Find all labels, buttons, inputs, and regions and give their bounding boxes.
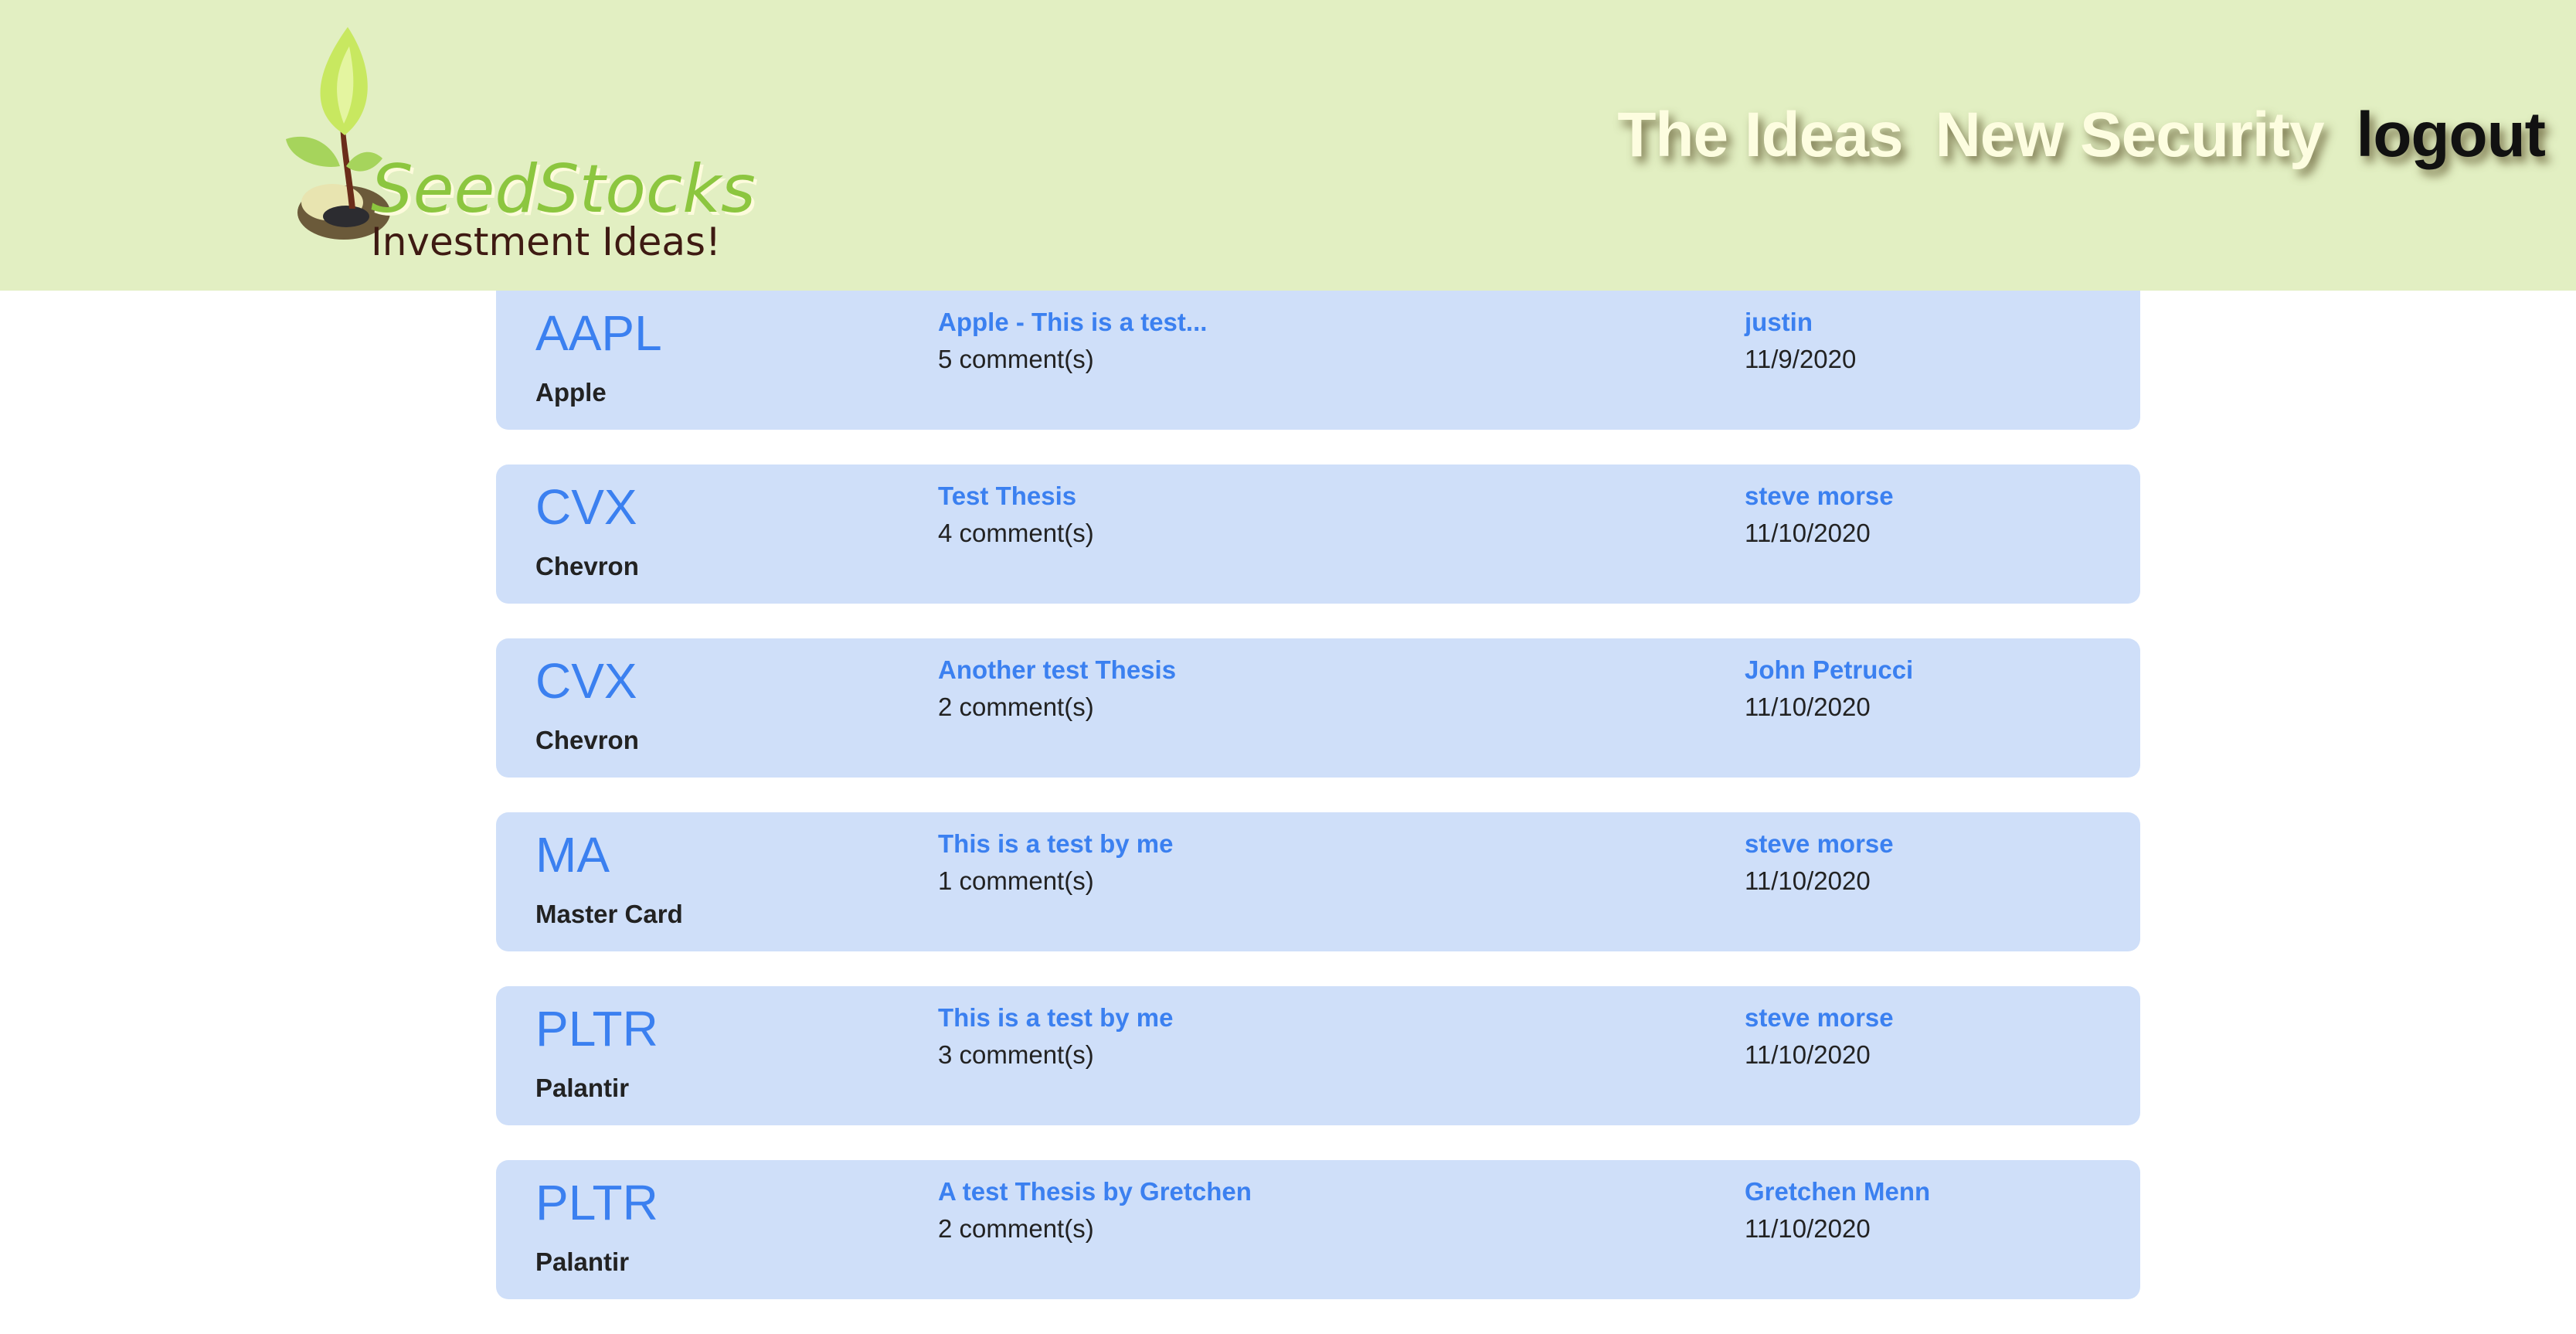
comment-count: 3 comment(s) [938,1040,1094,1069]
header: SeedStocks SeedStocks Investment Ideas! … [0,0,2576,291]
author-link[interactable]: steve morse [1745,482,1894,511]
ticker-link[interactable]: AAPL [535,305,662,362]
idea-card[interactable]: PLTR Palantir This is a test by me 3 com… [496,986,2140,1125]
idea-date: 11/10/2020 [1745,693,1871,721]
idea-title-link[interactable]: A test Thesis by Gretchen [938,1177,1252,1206]
logo-name: SeedStocks [371,151,756,228]
idea-title-link[interactable]: Apple - This is a test... [938,308,1207,337]
idea-card[interactable]: CVX Chevron Another test Thesis 2 commen… [496,638,2140,778]
author-link[interactable]: Gretchen Menn [1745,1177,1930,1206]
idea-title-link[interactable]: Test Thesis [938,482,1076,511]
logo-tagline: Investment Ideas! [371,219,721,264]
company-name: Chevron [535,726,639,754]
ticker-link[interactable]: CVX [535,478,637,536]
company-name: Chevron [535,552,639,580]
comment-count: 1 comment(s) [938,866,1094,895]
comment-count: 2 comment(s) [938,1214,1094,1243]
ticker-link[interactable]: MA [535,826,610,883]
company-name: Palantir [535,1074,630,1102]
idea-title-link[interactable]: Another test Thesis [938,655,1176,685]
idea-date: 11/10/2020 [1745,866,1871,895]
comment-count: 2 comment(s) [938,693,1094,721]
ideas-list: AAPL Apple Apple - This is a test... 5 c… [496,291,2140,1334]
author-link[interactable]: justin [1745,308,1813,337]
company-name: Apple [535,378,607,407]
author-link[interactable]: steve morse [1745,1003,1894,1033]
idea-date: 11/10/2020 [1745,1214,1871,1243]
idea-card[interactable]: PLTR Palantir A test Thesis by Gretchen … [496,1160,2140,1299]
company-name: Palantir [535,1247,630,1276]
idea-card[interactable]: MA Master Card This is a test by me 1 co… [496,812,2140,951]
seedstocks-logo[interactable]: SeedStocks SeedStocks Investment Ideas! [278,23,819,271]
author-link[interactable]: steve morse [1745,829,1894,859]
nav-the-ideas[interactable]: The Ideas [1617,99,1903,172]
idea-card[interactable]: CVX Chevron Test Thesis 4 comment(s) ste… [496,465,2140,604]
idea-date: 11/9/2020 [1745,345,1857,373]
comment-count: 4 comment(s) [938,519,1094,547]
nav-logout[interactable]: logout [2357,99,2546,172]
company-name: Master Card [535,900,683,928]
idea-date: 11/10/2020 [1745,1040,1871,1069]
ticker-link[interactable]: PLTR [535,1000,658,1057]
author-link[interactable]: John Petrucci [1745,655,1913,685]
ticker-link[interactable]: CVX [535,652,637,710]
ticker-link[interactable]: PLTR [535,1174,658,1231]
comment-count: 5 comment(s) [938,345,1094,373]
idea-card[interactable]: AAPL Apple Apple - This is a test... 5 c… [496,291,2140,430]
idea-title-link[interactable]: This is a test by me [938,1003,1173,1033]
main-nav: The Ideas New Security logout [1617,99,2546,172]
nav-new-security[interactable]: New Security [1935,99,2325,172]
idea-title-link[interactable]: This is a test by me [938,829,1173,859]
idea-date: 11/10/2020 [1745,519,1871,547]
